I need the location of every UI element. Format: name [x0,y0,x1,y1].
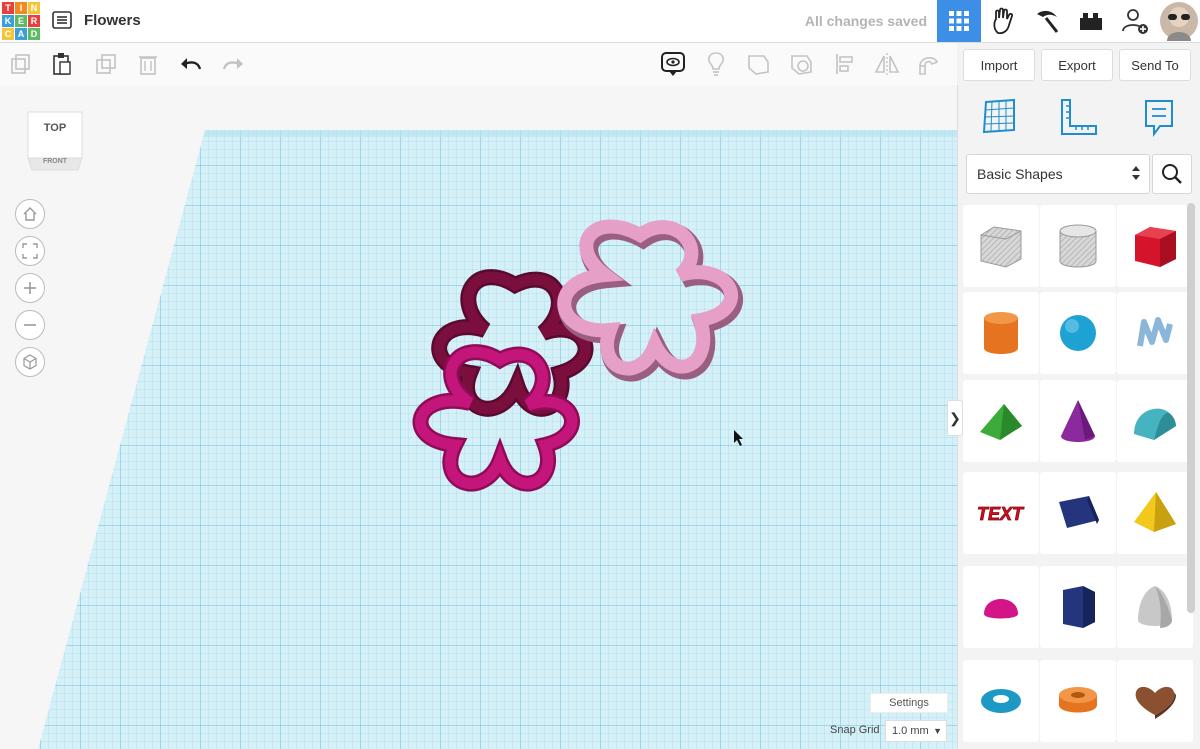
hole-icon[interactable] [787,49,817,79]
snap-grid-select[interactable]: 1.0 mm ▼ [885,720,947,742]
shape-cylinder-hole[interactable] [1040,205,1116,287]
dropdown-arrow-icon: ▼ [933,726,942,736]
grid-view-icon[interactable] [937,0,981,42]
search-icon[interactable] [1152,154,1192,194]
logo-letter: R [28,15,40,27]
notes-tab-icon[interactable] [1142,98,1176,143]
magnet-icon[interactable] [914,49,944,79]
logo-letter: K [2,15,14,27]
avatar[interactable] [1157,0,1200,42]
svg-text:TEXT: TEXT [977,504,1025,524]
notes-icon[interactable] [658,49,688,79]
ruler-icon[interactable] [1058,98,1098,143]
action-bar: Import Export Send To [957,43,1200,86]
align-icon[interactable] [830,49,860,79]
zoom-out-icon[interactable] [15,310,45,340]
view-cube[interactable]: TOP FRONT [26,106,84,172]
logo-letter: A [15,28,27,40]
perspective-icon[interactable] [15,347,45,377]
logo-letter: D [28,28,40,40]
tinkercad-logo[interactable]: T I N K E R C A D [2,2,40,40]
library-select-value: Basic Shapes [977,166,1063,182]
design-list-icon[interactable] [52,10,72,30]
snap-grid-label: Snap Grid [830,724,880,736]
edit-toolbar [0,43,957,86]
shape-wedge[interactable] [1040,472,1116,554]
shape-tube[interactable] [1040,660,1116,742]
pickaxe-icon[interactable] [1025,0,1069,42]
shape-outline-icon[interactable] [744,49,774,79]
user-add-icon[interactable] [1113,0,1157,42]
snap-grid-value: 1.0 mm [892,725,929,737]
export-button[interactable]: Export [1041,49,1113,81]
logo-letter: N [28,2,40,14]
shape-text[interactable]: TEXT [963,472,1039,554]
workplane-icon[interactable] [980,98,1018,141]
shape-polygon[interactable] [1040,566,1116,648]
shape-box-hole[interactable] [963,205,1039,287]
logo-letter: C [2,28,14,40]
shape-scribble[interactable] [1117,292,1193,374]
shape-torus[interactable] [963,660,1039,742]
shape-sphere[interactable] [1040,292,1116,374]
logo-letter: T [2,2,14,14]
design-title[interactable]: Flowers [84,12,141,29]
shape-roof[interactable] [963,380,1039,462]
copy-icon[interactable] [6,49,36,79]
settings-button[interactable]: Settings [870,693,948,713]
paste-icon[interactable] [47,49,77,79]
shape-pyramid[interactable] [1117,472,1193,554]
shape-round-roof[interactable] [1117,380,1193,462]
blocks-icon[interactable] [1069,0,1113,42]
workplane-viewport[interactable]: TOP FRONT [0,85,957,749]
send-to-button[interactable]: Send To [1119,49,1191,81]
redo-icon[interactable] [218,49,248,79]
shape-heart[interactable] [1117,660,1193,742]
top-bar: T I N K E R C A D Flowers All changes sa… [0,0,1200,43]
viewcube-top-label: TOP [43,122,67,134]
delete-icon[interactable] [133,49,163,79]
shape-box[interactable] [1117,205,1193,287]
duplicate-icon[interactable] [91,49,121,79]
import-button[interactable]: Import [963,49,1035,81]
viewcube-front-label: FRONT [42,158,68,165]
home-icon[interactable] [15,199,45,229]
light-bulb-icon[interactable] [701,49,731,79]
mirror-icon[interactable] [872,49,902,79]
logo-letter: I [15,2,27,14]
tinker-hand-icon[interactable] [981,0,1025,42]
shape-paraboloid[interactable] [1117,566,1193,648]
collapse-panel-icon[interactable]: ❯ [947,400,963,436]
library-select[interactable]: Basic Shapes [966,154,1150,194]
save-status: All changes saved [804,13,927,29]
logo-letter: E [15,15,27,27]
shape-cylinder[interactable] [963,292,1039,374]
panel-scrollbar[interactable] [1187,203,1195,613]
fit-view-icon[interactable] [15,236,45,266]
shape-cone[interactable] [1040,380,1116,462]
select-arrows-icon [1131,164,1141,187]
undo-icon[interactable] [176,49,206,79]
shape-half-sphere[interactable] [963,566,1039,648]
zoom-in-icon[interactable] [15,273,45,303]
